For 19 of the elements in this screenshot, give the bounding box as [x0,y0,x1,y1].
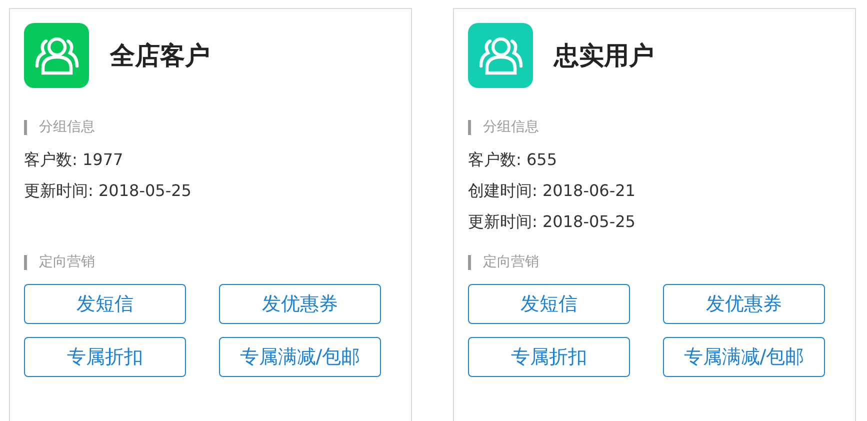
info-text: 更新时间: 2018-05-25 [468,211,636,233]
action-button[interactable]: 发优惠券 [219,284,381,324]
action-button[interactable]: 专属满减/包邮 [219,337,381,377]
action-button[interactable]: 发优惠券 [663,284,825,324]
group-title: 忠实用户 [554,40,654,72]
action-button[interactable]: 专属折扣 [24,337,186,377]
info-text: 更新时间: 2018-05-25 [24,180,192,202]
section-heading: 分组信息 [483,118,539,136]
section-heading: 定向营销 [483,253,539,271]
action-button[interactable]: 发短信 [24,284,186,324]
info-text: 客户数: 655 [468,149,558,171]
action-button[interactable]: 专属折扣 [468,337,630,377]
section-heading: 定向营销 [39,253,95,271]
section-heading: 分组信息 [39,118,95,136]
group-title: 全店客户 [110,40,210,72]
action-button[interactable]: 专属满减/包邮 [663,337,825,377]
info-text: 客户数: 1977 [24,149,124,171]
info-text: 创建时间: 2018-06-21 [468,180,636,202]
action-button[interactable]: 发短信 [468,284,630,324]
